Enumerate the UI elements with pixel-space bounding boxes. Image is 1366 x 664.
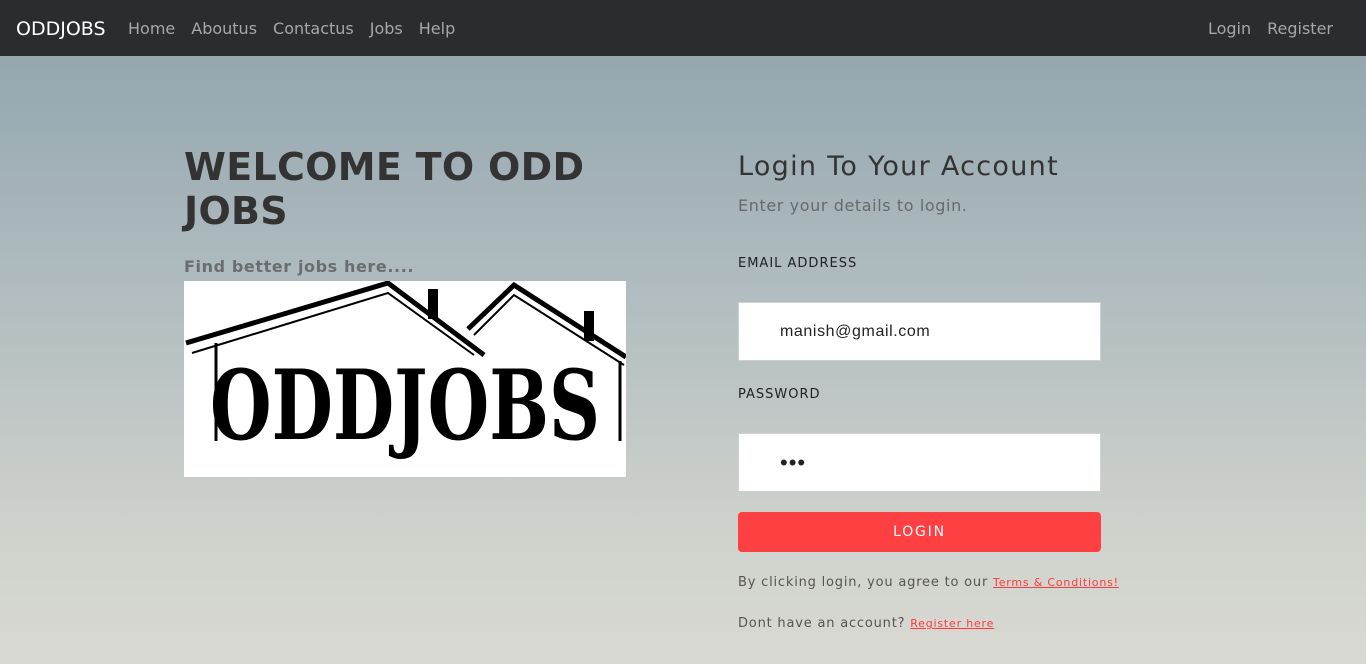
nav-login[interactable]: Login [1192,18,1251,40]
nav-home[interactable]: Home [120,18,183,40]
nav-left: Home Aboutus Contactus Jobs Help [120,18,463,40]
nav-aboutus[interactable]: Aboutus [183,18,265,40]
nav-contactus[interactable]: Contactus [265,18,362,40]
terms-text: By clicking login, you agree to our [738,575,989,590]
register-text: Dont have an account? [738,616,906,631]
login-header: Login To Your Account Enter your details… [738,150,1101,215]
nav-help[interactable]: Help [411,18,463,40]
nav-register[interactable]: Register [1251,18,1333,40]
password-label: PASSWORD [738,387,821,402]
login-subtitle: Enter your details to login. [738,196,968,215]
login-button[interactable]: LOGIN [738,512,1101,552]
logo-text: ODDJOBS [210,349,600,462]
login-title: Login To Your Account [738,151,1059,182]
email-field[interactable]: manish@gmail.com [738,302,1101,361]
password-field[interactable]: ••• [738,433,1101,492]
nav-jobs[interactable]: Jobs [362,18,411,40]
register-link[interactable]: Register here [910,617,994,630]
navbar: ODDJOBS Home Aboutus Contactus Jobs Help… [0,0,1366,56]
terms-link[interactable]: Terms & Conditions! [993,576,1119,589]
nav-right: Login Register [1192,18,1333,40]
terms-note: By clicking login, you agree to our Term… [738,575,1119,590]
email-label: EMAIL ADDRESS [738,256,858,271]
welcome-heading: WELCOME TO ODD JOBS [184,145,585,233]
brand-logo[interactable]: ODDJOBS [16,17,106,41]
hero-section: WELCOME TO ODD JOBS Find better jobs her… [184,145,634,276]
register-note: Dont have an account? Register here [738,616,994,631]
oddjobs-logo-image: ODDJOBS [184,281,626,477]
tagline: Find better jobs here.... [184,257,415,276]
